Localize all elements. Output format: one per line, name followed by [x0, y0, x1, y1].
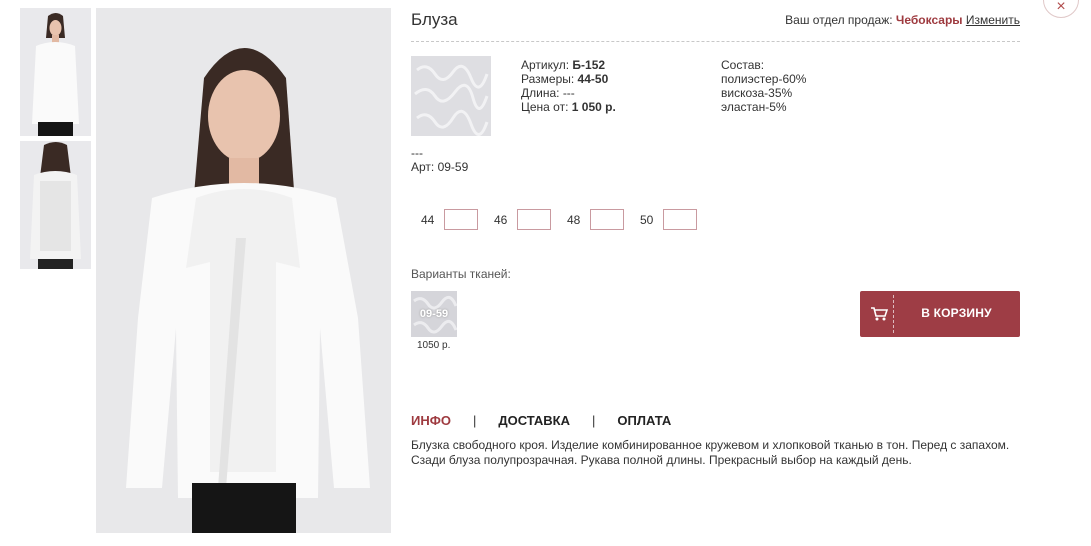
size-label: 48 — [567, 212, 581, 227]
size-group-44: 44 — [421, 209, 478, 230]
size-44-quantity-input[interactable] — [444, 209, 478, 230]
article-label: Артикул: — [521, 58, 570, 72]
price-value: 1 050 р. — [571, 100, 616, 114]
composition-item: вискоза-35% — [721, 86, 793, 100]
size-label: 50 — [640, 212, 654, 227]
fabric-variant-price: 1050 р. — [417, 340, 451, 351]
price-label: Цена от: — [521, 100, 569, 114]
size-50-quantity-input[interactable] — [663, 209, 697, 230]
fabric-dashes: --- — [411, 146, 423, 160]
add-to-cart-label: В КОРЗИНУ — [921, 306, 992, 320]
divider — [411, 41, 1020, 42]
tab-payment[interactable]: ОПЛАТА — [617, 413, 671, 428]
product-details: Артикул: Б-152 Размеры: 44-50 Длина: ---… — [521, 58, 616, 114]
sizes-value: 44-50 — [577, 72, 609, 86]
tab-delivery[interactable]: ДОСТАВКА — [498, 413, 570, 428]
product-description: Блузка свободного кроя. Изделие комбинир… — [411, 438, 1010, 467]
tab-info[interactable]: ИНФО — [411, 413, 451, 428]
thumbnail-back[interactable] — [20, 141, 91, 269]
change-department-link[interactable]: Изменить — [966, 13, 1020, 27]
size-quantity-row: 44 46 48 50 — [421, 209, 713, 230]
article-value: Б-152 — [572, 58, 606, 72]
fabric-variant-swatch[interactable]: 09-59 — [411, 291, 457, 337]
composition-item: полиэстер-60% — [721, 72, 807, 86]
fabric-swatch-large — [411, 56, 491, 136]
product-title: Блуза — [411, 10, 458, 29]
sizes-label: Размеры: — [521, 72, 575, 86]
length-value: --- — [562, 86, 575, 100]
department-label: Ваш отдел продаж: — [785, 13, 893, 27]
fabric-variant-code: 09-59 — [419, 308, 449, 320]
close-icon: × — [1056, 0, 1066, 15]
sales-department: Ваш отдел продаж: Чебоксары Изменить — [785, 13, 1020, 27]
tab-separator: | — [592, 413, 596, 428]
department-city: Чебоксары — [895, 13, 963, 27]
size-group-48: 48 — [567, 209, 624, 230]
length-label: Длина: — [521, 86, 560, 100]
size-group-46: 46 — [494, 209, 551, 230]
info-tabs: ИНФО | ДОСТАВКА | ОПЛАТА — [411, 413, 671, 428]
size-label: 46 — [494, 212, 508, 227]
size-label: 44 — [421, 212, 435, 227]
thumbnail-front[interactable] — [20, 8, 91, 136]
size-46-quantity-input[interactable] — [517, 209, 551, 230]
close-button[interactable]: × — [1043, 0, 1079, 18]
size-group-50: 50 — [640, 209, 697, 230]
composition-label: Состав: — [721, 58, 765, 72]
size-48-quantity-input[interactable] — [590, 209, 624, 230]
fabric-variants-label: Варианты тканей: — [411, 267, 511, 281]
product-main-image — [96, 8, 391, 533]
tab-separator: | — [472, 413, 477, 428]
fabric-art: Арт: 09-59 — [411, 160, 469, 174]
add-to-cart-button[interactable]: В КОРЗИНУ — [860, 291, 1020, 337]
composition: Состав: полиэстер-60% вискоза-35% эласта… — [721, 58, 806, 114]
cart-icon — [871, 307, 888, 321]
composition-item: эластан-5% — [721, 100, 787, 114]
